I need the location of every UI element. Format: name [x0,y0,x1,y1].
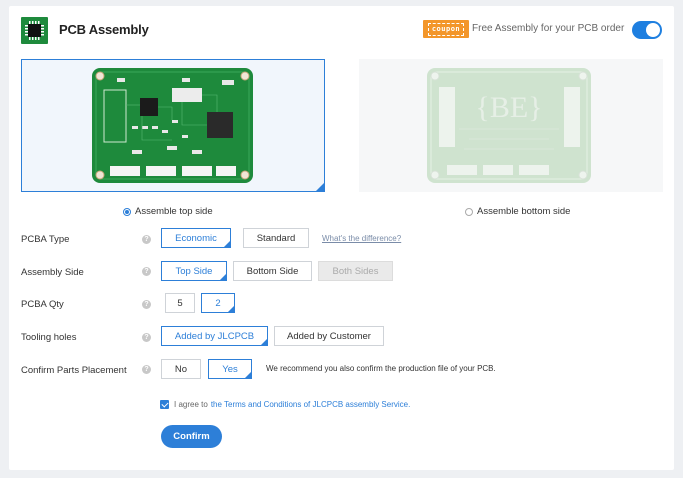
pcb-top-image [92,68,253,183]
terms-link[interactable]: the Terms and Conditions of JLCPCB assem… [211,400,411,409]
radio-dot [123,207,131,216]
confirm-parts-label: Confirm Parts Placement [21,365,127,376]
standard-option[interactable]: Standard [243,228,309,248]
confirm-no-option[interactable]: No [161,359,201,379]
pcba-type-label: PCBA Type [21,234,70,245]
difference-link[interactable]: What's the difference? [322,234,401,243]
pcb-bottom-image: {BE} [427,68,591,183]
added-by-customer-option[interactable]: Added by Customer [274,326,384,346]
svg-text:{BE}: {BE} [475,91,542,124]
confirm-button[interactable]: Confirm [161,425,222,448]
radio-dot [465,207,473,216]
bottom-side-label: Assemble bottom side [477,206,571,217]
toggle-knob [646,23,660,37]
help-icon[interactable]: ? [142,365,151,374]
help-icon[interactable]: ? [142,235,151,244]
qty-option-2[interactable]: 2 [201,293,235,313]
tooling-holes-label: Tooling holes [21,332,77,343]
top-side-preview[interactable] [21,59,325,192]
bottom-side-option[interactable]: Bottom Side [233,261,312,281]
help-icon[interactable]: ? [142,333,151,342]
both-sides-option[interactable]: Both Sides [318,261,393,281]
qty-option-5[interactable]: 5 [165,293,195,313]
pcba-qty-label: PCBA Qty [21,299,64,310]
added-by-jlcpcb-option[interactable]: Added by JLCPCB [161,326,268,346]
economic-option[interactable]: Economic [161,228,231,248]
bottom-side-radio[interactable]: Assemble bottom side [465,206,570,217]
agree-checkbox[interactable] [160,400,169,409]
help-icon[interactable]: ? [142,300,151,309]
promo-text: Free Assembly for your PCB order [472,23,625,34]
bottom-side-preview[interactable]: {BE} [359,59,663,192]
help-icon[interactable]: ? [142,267,151,276]
top-side-radio[interactable]: Assemble top side [123,206,213,217]
page-title: PCB Assembly [59,22,149,37]
agreement-row: I agree to the Terms and Conditions of J… [160,400,410,409]
assembly-side-label: Assembly Side [21,267,84,278]
agree-prefix: I agree to [174,400,208,409]
confirm-yes-option[interactable]: Yes [208,359,252,379]
coupon-badge: coupon [423,20,469,38]
selected-corner-mark [316,183,324,191]
top-side-option[interactable]: Top Side [161,261,227,281]
top-side-label: Assemble top side [135,206,213,217]
confirm-note: We recommend you also confirm the produc… [266,364,496,373]
assembly-toggle[interactable] [632,21,662,39]
chip-icon [21,17,48,44]
